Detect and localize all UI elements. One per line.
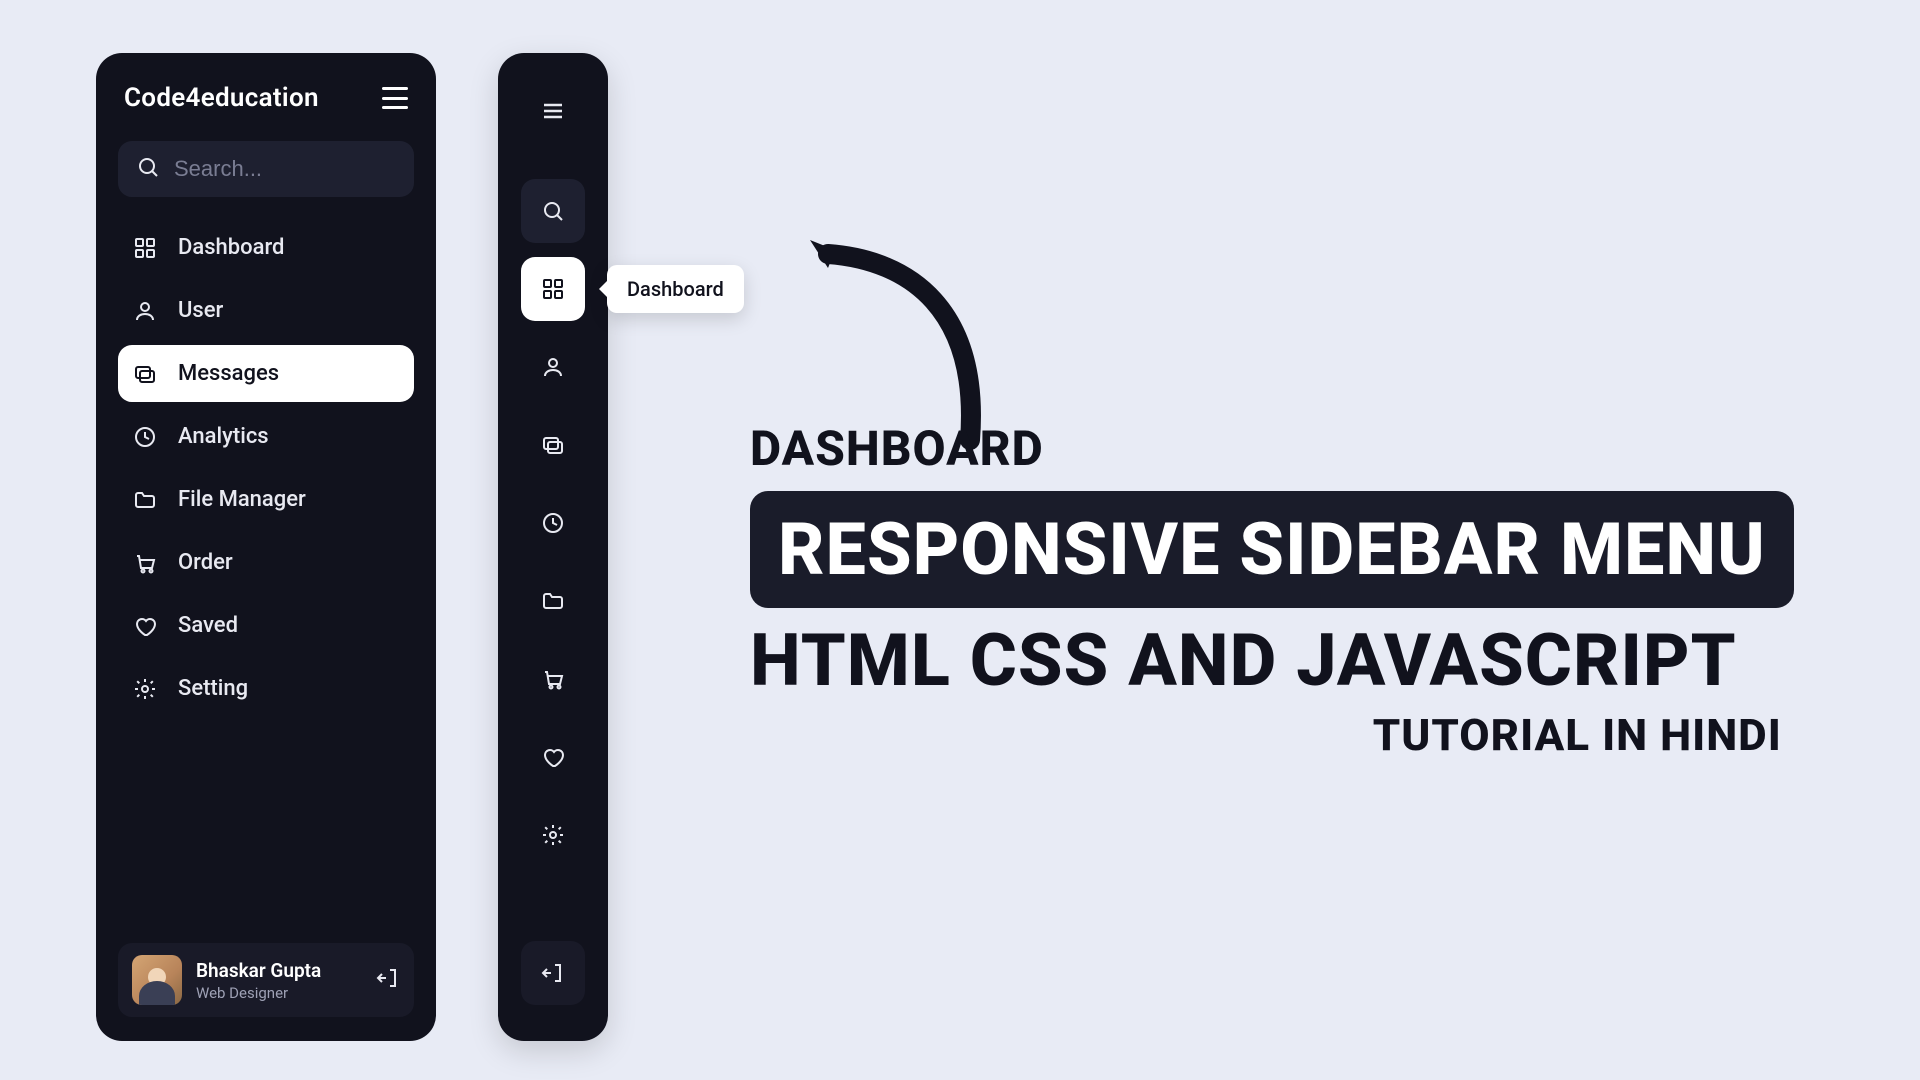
sidebar-item-file-manager[interactable]: File Manager — [118, 471, 414, 528]
gear-icon — [132, 677, 158, 701]
headline-line1: DASHBOARD — [750, 420, 1794, 477]
search-box[interactable] — [118, 141, 414, 197]
sidebar-item-analytics[interactable]: Analytics — [118, 408, 414, 465]
sidebar-item-label: Analytics — [178, 424, 269, 449]
sidebar-item-label: Order — [178, 550, 233, 575]
folder-icon — [132, 488, 158, 512]
pointer-arrow-icon — [800, 220, 1000, 450]
sidebar-item-saved[interactable]: Saved — [118, 597, 414, 654]
collapsed-item-analytics[interactable] — [521, 491, 585, 555]
collapsed-item-setting[interactable] — [521, 803, 585, 867]
headline-line2: RESPONSIVE SIDEBAR MENU — [750, 491, 1794, 608]
collapsed-item-user[interactable] — [521, 335, 585, 399]
headline-line3: HTML CSS AND JAVASCRIPT — [750, 618, 1794, 703]
collapsed-item-file-manager[interactable] — [521, 569, 585, 633]
logout-icon[interactable] — [376, 966, 400, 994]
menu-toggle-button[interactable] — [382, 87, 408, 109]
sidebar-item-setting[interactable]: Setting — [118, 660, 414, 717]
user-icon — [132, 299, 158, 323]
logout-button[interactable] — [521, 941, 585, 1005]
profile-card[interactable]: Bhaskar Gupta Web Designer — [118, 943, 414, 1017]
heart-icon — [132, 614, 158, 638]
collapsed-item-messages[interactable] — [521, 413, 585, 477]
sidebar-item-user[interactable]: User — [118, 282, 414, 339]
sidebar-item-label: Messages — [178, 361, 279, 386]
search-icon — [136, 155, 160, 183]
collapsed-item-saved[interactable] — [521, 725, 585, 789]
sidebar-item-label: User — [178, 298, 223, 323]
search-button[interactable] — [521, 179, 585, 243]
avatar — [132, 955, 182, 1005]
profile-role: Web Designer — [196, 984, 362, 1002]
search-input[interactable] — [174, 156, 462, 182]
tooltip: Dashboard — [607, 265, 744, 313]
sidebar-expanded: Code4education Dashboard User Messages A… — [96, 53, 436, 1041]
cart-icon — [132, 551, 158, 575]
collapsed-item-dashboard[interactable]: Dashboard — [521, 257, 585, 321]
sidebar-item-order[interactable]: Order — [118, 534, 414, 591]
sidebar-collapsed: Dashboard — [498, 53, 608, 1041]
sidebar-item-label: File Manager — [178, 487, 306, 512]
collapsed-item-order[interactable] — [521, 647, 585, 711]
menu-toggle-button[interactable] — [521, 79, 585, 143]
sidebar-item-label: Saved — [178, 613, 238, 638]
sidebar-item-messages[interactable]: Messages — [118, 345, 414, 402]
headline-line4: TUTORIAL IN HINDI — [750, 709, 1794, 761]
grid-icon — [132, 236, 158, 260]
headline: DASHBOARD RESPONSIVE SIDEBAR MENU HTML C… — [750, 420, 1794, 761]
sidebar-item-label: Setting — [178, 676, 248, 701]
sidebar-item-label: Dashboard — [178, 235, 284, 260]
messages-icon — [132, 362, 158, 386]
sidebar-menu: Dashboard User Messages Analytics File M… — [118, 219, 414, 717]
profile-name: Bhaskar Gupta — [196, 959, 362, 982]
brand-title: Code4education — [124, 83, 319, 113]
clock-icon — [132, 425, 158, 449]
sidebar-item-dashboard[interactable]: Dashboard — [118, 219, 414, 276]
